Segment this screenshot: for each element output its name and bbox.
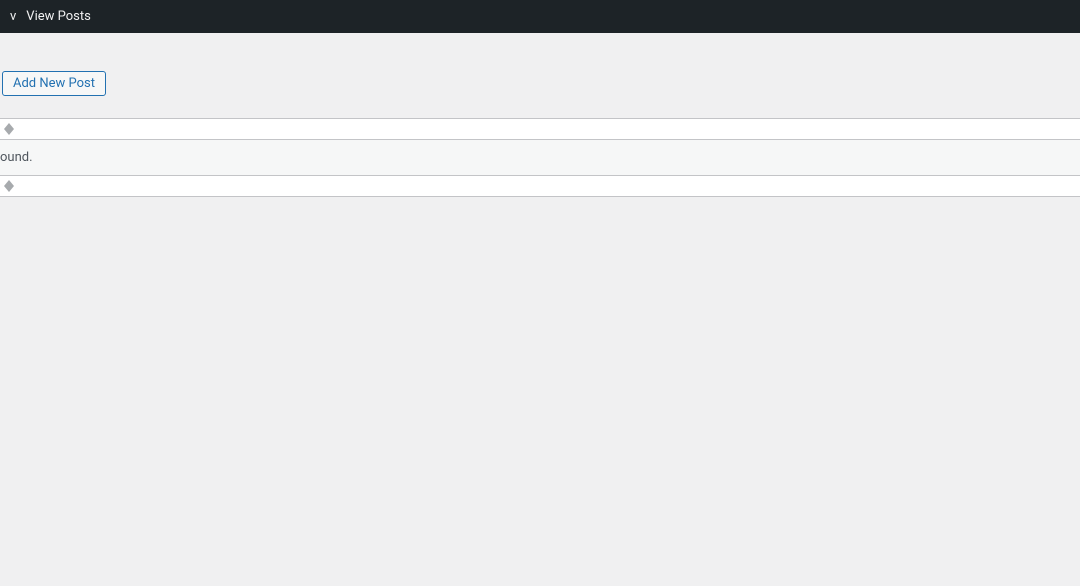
toolbar-item-partial[interactable]: v — [10, 9, 18, 24]
posts-table-wrap: ound. — [0, 118, 1080, 197]
table-footer-sortable[interactable] — [0, 176, 1080, 197]
table-row: ound. — [0, 140, 1080, 176]
sort-indicator-icon — [4, 179, 14, 193]
no-results-cell: ound. — [0, 140, 1080, 176]
posts-table: ound. — [0, 118, 1080, 197]
page-header: Add New Post — [0, 43, 1080, 68]
table-header-sortable[interactable] — [0, 119, 1080, 140]
sort-indicator-icon — [4, 122, 14, 136]
content-wrap: Add New Post ound. — [0, 33, 1080, 197]
toolbar-view-posts[interactable]: View Posts — [18, 0, 99, 33]
admin-toolbar: v View Posts — [0, 0, 1080, 33]
add-new-post-button[interactable]: Add New Post — [2, 71, 106, 96]
